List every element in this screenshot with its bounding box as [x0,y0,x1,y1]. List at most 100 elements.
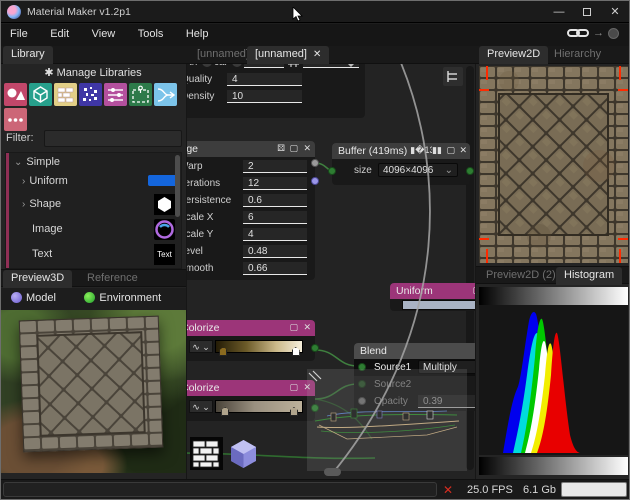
partial-param3-label: Density [186,90,214,103]
tree-label: Uniform [29,175,68,187]
tab-preview2d-2[interactable]: Preview2D (2) [478,267,564,285]
preview-toggle-icon[interactable]: ▢ [289,322,298,333]
category-workflow-icon[interactable] [154,83,177,106]
remote-icon[interactable] [608,28,619,39]
gradient-stop[interactable] [292,347,300,356]
partial-param3-field[interactable]: 10 [227,90,302,103]
tree-item-simple[interactable]: ⌄Simple [14,156,60,168]
node-colorize-2[interactable]: Colorize ▢ ✕ ∿ ⌄ [186,380,315,421]
partial-value1-field[interactable]: 0.07 [244,64,284,68]
tab-close-icon[interactable]: ✕ [313,49,321,60]
one-badge-icon[interactable]: 1 [232,64,242,67]
maximize-button[interactable] [573,1,601,23]
tab-reference[interactable]: Reference [79,270,146,288]
preview-toggle-icon[interactable]: ▢ [446,145,455,156]
param-field[interactable]: 0.48 [243,245,307,258]
node-buffer[interactable]: Buffer (419ms) ▮�135; ▮▮ ▢ ✕ size 4096×4… [332,143,470,185]
tree-label: Text [32,248,52,260]
close-button[interactable]: ✕ [601,1,629,23]
chevron-right-icon[interactable]: › [22,176,25,187]
model-button[interactable]: Model [11,292,56,304]
tree-scrollbar[interactable] [175,155,180,217]
node-close-icon[interactable]: ✕ [459,145,467,156]
uniform-color-swatch[interactable] [402,300,476,310]
gradient-editor[interactable] [215,400,303,413]
node-colorize-1[interactable]: Colorize ▢ ✕ ∿ ⌄ [186,320,315,361]
category-misc-dots-icon[interactable] [4,108,27,131]
link-icon[interactable] [567,27,589,39]
partial-param2-field[interactable]: 4 [227,73,302,86]
node-material-cube[interactable] [227,437,260,470]
param-field[interactable]: 6 [243,211,307,224]
menu-view[interactable]: View [83,24,125,40]
chevron-down-icon[interactable]: ⌄ [14,157,22,168]
node-grunge[interactable]: Grunge ⚄ ▢ ✕ Warp 2 Iterations 12 Persis… [186,141,315,280]
preview2d-viewport[interactable] [479,66,628,263]
tree-item-shape[interactable]: ›Shape [22,198,61,210]
gradient-stop[interactable] [221,407,229,416]
gradient-stop[interactable] [290,407,298,416]
menu-edit[interactable]: Edit [41,24,78,40]
manage-libraries-button[interactable]: ✱ Manage Libraries [9,66,177,81]
graph-horizontal-scrollbar-thumb[interactable] [324,468,341,476]
menu-tools[interactable]: Tools [129,24,173,40]
output-port[interactable] [466,167,474,175]
curve-preset-button[interactable]: ∿ ⌄ [189,340,213,353]
minimize-button[interactable]: — [545,1,573,23]
output-port-gray[interactable] [311,159,319,167]
spinner-icon[interactable] [347,64,355,67]
minus-badge-icon[interactable]: − [202,64,212,67]
error-x-icon[interactable]: ✕ [443,483,453,497]
param-field[interactable]: 0.66 [243,262,307,275]
category-filter-sliders-icon[interactable] [104,83,127,106]
chevron-right-icon[interactable]: › [22,199,25,210]
title-bar[interactable]: Material Maker v1.2p1 — ✕ [1,1,629,23]
node-title: Blend [360,345,387,357]
tab-graph-2[interactable]: [unnamed]✕ [247,46,329,64]
output-port-color[interactable] [311,177,319,185]
tab-library[interactable]: Library [3,46,53,64]
node-close-icon[interactable]: ✕ [303,322,311,333]
menu-help[interactable]: Help [177,24,218,40]
gradient-editor[interactable] [215,340,303,353]
param-label: Scale Y [186,228,213,241]
filter-input[interactable] [44,130,182,147]
tab-hierarchy[interactable]: Hierarchy [546,46,609,64]
preview3d-viewport[interactable] [1,310,186,473]
menu-file[interactable]: File [1,24,37,40]
buffer-size-dropdown[interactable]: 4096×4096⌄ [378,163,458,177]
hierarchy-layout-button[interactable] [443,67,463,86]
gradient-stop[interactable] [219,347,227,356]
category-cube-3d-icon[interactable] [29,83,52,106]
randomize-dice-icon[interactable]: ⚄ [277,143,285,154]
tab-preview3d[interactable]: Preview3D [3,270,72,288]
node-title: Colorize [186,322,220,334]
param-field[interactable]: 0.6 [243,194,307,207]
category-noise-icon[interactable] [79,83,102,106]
node-uniform[interactable]: Uniform ▢ [390,283,476,311]
preview-toggle-icon[interactable]: ▢ [289,143,298,154]
tree-item-image[interactable]: Image [32,223,63,235]
minimap-overlay[interactable] [307,369,467,471]
tree-item-text[interactable]: Text [32,248,52,260]
curve-preset-button[interactable]: ∿ ⌄ [189,400,213,413]
tree-item-uniform[interactable]: › Uniform [22,175,68,187]
node-partial-top[interactable]: th − cal 1 0.07 20 Quality 4 Density 10 [186,64,365,118]
node-bricks-thumbnail[interactable] [190,437,223,470]
environment-button[interactable]: Environment [84,292,161,304]
param-field[interactable]: 4 [243,228,307,241]
output-port[interactable] [311,344,319,352]
category-bricks-pattern-icon[interactable] [54,83,77,106]
input-port[interactable] [328,167,336,175]
tab-histogram[interactable]: Histogram [556,267,622,285]
param-field[interactable]: 12 [243,177,307,190]
preview-toggle-icon[interactable]: ▢ [289,382,298,393]
category-simple-shapes-icon[interactable] [4,83,27,106]
category-group-icon[interactable] [129,83,152,106]
graph-editor[interactable]: th − cal 1 0.07 20 Quality 4 Density 10 … [186,64,476,479]
node-close-icon[interactable]: ✕ [303,143,311,154]
snap-icon[interactable] [288,64,300,68]
mouse-cursor [292,7,304,23]
param-field[interactable]: 2 [243,160,307,173]
tab-preview2d[interactable]: Preview2D [479,46,548,64]
